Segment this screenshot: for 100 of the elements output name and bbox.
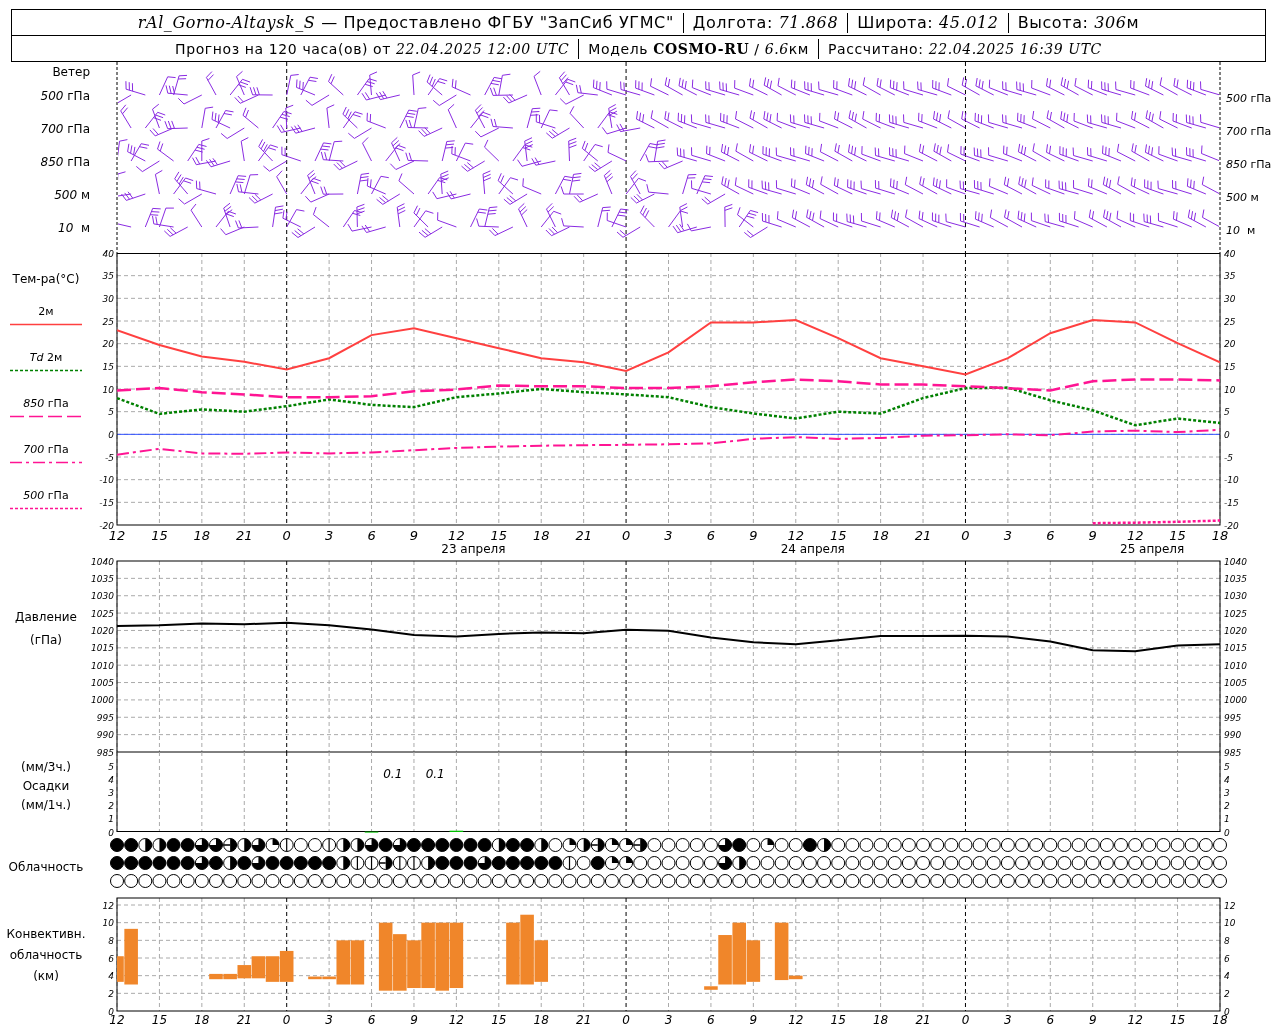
axis-tick-label: 6 bbox=[706, 528, 716, 543]
axis-tick-label: 18 bbox=[194, 1013, 210, 1024]
axis-tick-label: 1035 bbox=[1224, 573, 1247, 584]
axis-tick-label: 1040 bbox=[91, 556, 114, 567]
legend-label: 850 гПа bbox=[23, 397, 69, 411]
legend-label: Td 2м bbox=[29, 351, 63, 365]
axis-tick-label: 15 bbox=[490, 528, 508, 543]
level-label: 700 гПа bbox=[40, 121, 90, 136]
axis-tick-label: 1000 bbox=[91, 695, 114, 706]
axis-tick-label: 15 bbox=[1169, 1013, 1186, 1024]
longitude-text: Долгота: 71.868 bbox=[682, 12, 848, 33]
axis-tick-label: 20 bbox=[102, 339, 114, 350]
legend-label: 500 гПа bbox=[23, 489, 69, 503]
axis-tick-label: 15 bbox=[151, 528, 168, 543]
axis-tick-label: 12 bbox=[102, 900, 114, 911]
axis-tick-label: 4 bbox=[1224, 971, 1230, 982]
axis-tick-label: 6 bbox=[1224, 953, 1230, 964]
axis-tick-label: 18 bbox=[872, 528, 889, 543]
axis-tick-label: 21 bbox=[576, 1013, 592, 1024]
axis-tick-label: 1025 bbox=[1224, 608, 1247, 619]
axis-tick-label: 1030 bbox=[1224, 591, 1247, 602]
axis-tick-label: 10 bbox=[1224, 384, 1236, 395]
axis-tick-label: 5 bbox=[1224, 407, 1230, 418]
axis-tick-label: 5 bbox=[1224, 762, 1230, 773]
axis-tick-label: 12 bbox=[448, 1013, 465, 1024]
axis-tick-label: 995 bbox=[96, 712, 114, 723]
axis-title: Облачность bbox=[8, 860, 84, 874]
axis-tick-label: 10 bbox=[102, 918, 114, 929]
axis-tick-label: 2 bbox=[1224, 988, 1230, 999]
axis-tick-label: 1000 bbox=[1224, 695, 1247, 706]
axis-tick-label: 0 bbox=[1224, 827, 1230, 838]
axis-tick-label: 12 bbox=[448, 528, 465, 543]
elevation-text: Высота: 306м bbox=[1007, 12, 1149, 33]
axis-tick-label: 21 bbox=[575, 528, 592, 543]
axis-tick-label: 4 bbox=[108, 971, 114, 982]
axis-tick-label: 9 bbox=[749, 528, 758, 543]
axis-tick-label: 0 bbox=[1224, 429, 1230, 440]
legend-line bbox=[10, 507, 82, 510]
convective-cloud-bar bbox=[279, 950, 294, 982]
axis-tick-label: 2 bbox=[1224, 801, 1230, 812]
axis-tick-label: 1015 bbox=[1224, 643, 1247, 654]
computed-date-text: Рассчитано: 22.04.2025 16:39 UTC bbox=[818, 38, 1111, 59]
axis-tick-label: 1035 bbox=[91, 573, 114, 584]
axis-tick-label: 0 bbox=[282, 1013, 291, 1024]
axis-tick-label: 5 bbox=[108, 762, 114, 773]
axis-tick-label: 15 bbox=[1169, 528, 1186, 543]
axis-tick-label: 8 bbox=[1224, 935, 1230, 946]
axis-tick-label: 25 bbox=[102, 316, 114, 327]
axis-tick-label: 15 bbox=[102, 361, 114, 372]
axis-tick-label: 30 bbox=[1224, 293, 1236, 304]
axis-tick-label: 990 bbox=[1224, 730, 1242, 741]
axis-tick-label: 1040 bbox=[1224, 556, 1247, 567]
level-label: 500 м bbox=[1226, 191, 1259, 202]
axis-title: Конвективн. bbox=[6, 927, 86, 941]
axis-tick-label: 3 bbox=[1224, 788, 1230, 799]
precipitation-amount: 0.1 bbox=[425, 767, 445, 781]
level-label: 10 м bbox=[58, 220, 90, 235]
axis-tick-label: 1020 bbox=[91, 625, 114, 636]
axis-title: Ветер bbox=[52, 65, 90, 79]
axis-tick-label: 25 bbox=[1224, 316, 1236, 327]
precipitation-amount: 0.1 bbox=[383, 767, 403, 781]
convective-cloud-bar bbox=[265, 956, 280, 982]
axis-tick-label: 15 bbox=[829, 528, 847, 543]
axis-tick-label: -15 bbox=[99, 497, 114, 508]
day-label: 24 апреля bbox=[780, 542, 845, 556]
axis-tick-label: 3 bbox=[325, 1013, 333, 1024]
axis-tick-label: 18 bbox=[193, 528, 211, 543]
legend-label: 700 гПа bbox=[23, 443, 69, 457]
legend-line bbox=[10, 323, 82, 326]
axis-tick-label: 35 bbox=[1224, 271, 1236, 282]
axis-tick-label: 0 bbox=[621, 528, 631, 543]
station-title: rAl_Gorno-Altaysk_S — Предоставлено ФГБУ "ЗапСиб УГМС" bbox=[136, 12, 675, 33]
axis-tick-label: 40 bbox=[1224, 248, 1236, 259]
convective-cloud-bar bbox=[378, 922, 393, 991]
axis-tick-label: 1020 bbox=[1224, 625, 1247, 636]
axis-tick-label: -10 bbox=[1224, 475, 1239, 486]
axis-tick-label: 40 bbox=[102, 248, 114, 259]
axis-tick-label: 0 bbox=[108, 429, 114, 440]
axis-tick-label: 30 bbox=[102, 293, 114, 304]
convective-cloud-bar bbox=[350, 940, 365, 985]
axis-title: Давление bbox=[15, 610, 77, 624]
axis-tick-label: 15 bbox=[151, 1013, 168, 1024]
axis-tick-label: 0 bbox=[622, 1013, 630, 1024]
axis-tick-label: 0 bbox=[961, 1013, 970, 1024]
axis-tick-label: 6 bbox=[367, 1013, 376, 1024]
day-label: 23 апреля bbox=[441, 542, 506, 556]
level-label: 850 гПа bbox=[40, 154, 90, 169]
axis-tick-label: 12 bbox=[108, 528, 126, 543]
axis-tick-label: 15 bbox=[1224, 361, 1236, 372]
axis-tick-label: -5 bbox=[1224, 452, 1233, 463]
axis-tick-label: 4 bbox=[108, 775, 114, 786]
axis-tick-label: 21 bbox=[236, 528, 253, 543]
axis-tick-label: 1 bbox=[1224, 814, 1230, 825]
axis-unit: (гПа) bbox=[29, 633, 62, 647]
day-label: 25 апреля bbox=[1120, 542, 1185, 556]
convective-cloud-bar bbox=[393, 934, 407, 991]
axis-tick-label: 8 bbox=[108, 935, 114, 946]
legend-label: 2м bbox=[38, 305, 54, 319]
legend-line bbox=[10, 369, 82, 372]
convective-cloud-bar bbox=[506, 922, 520, 985]
